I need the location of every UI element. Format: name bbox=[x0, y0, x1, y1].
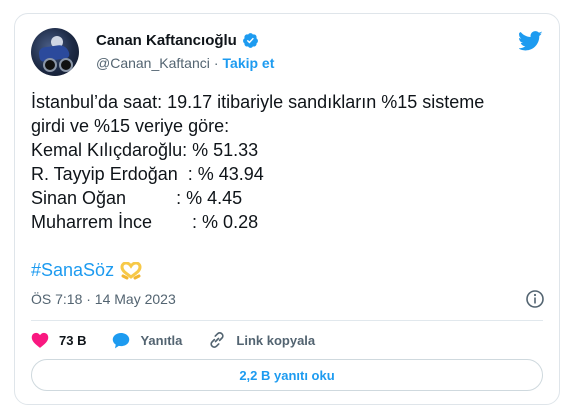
divider bbox=[31, 320, 543, 321]
follow-button[interactable]: Takip et bbox=[223, 55, 275, 71]
action-bar: 73 B Yanıtla Link kopyala bbox=[31, 330, 341, 350]
twitter-bird-icon[interactable] bbox=[519, 31, 543, 51]
copy-link-button[interactable]: Link kopyala bbox=[208, 331, 315, 349]
link-icon bbox=[210, 331, 225, 349]
like-button[interactable]: 73 B bbox=[31, 332, 86, 348]
reply-label: Yanıtla bbox=[140, 332, 183, 348]
author-handle[interactable]: @Canan_Kaftanci bbox=[96, 55, 210, 71]
heart-hands-emoji bbox=[120, 261, 142, 279]
heart-icon bbox=[31, 332, 49, 348]
reply-button[interactable]: Yanıtla bbox=[112, 332, 182, 349]
info-icon[interactable] bbox=[525, 289, 545, 309]
separator-dot: · bbox=[213, 55, 219, 71]
read-replies-button[interactable]: 2,2 B yanıtı oku bbox=[31, 359, 543, 391]
tweet-timestamp[interactable]: ÖS 7:18 · 14 May 2023 bbox=[31, 291, 176, 307]
handle-row: @Canan_Kaftanci · Takip et bbox=[96, 55, 274, 71]
verified-badge-icon bbox=[242, 33, 258, 48]
author-avatar[interactable] bbox=[31, 28, 79, 76]
author-name[interactable]: Canan Kaftancıoğlu bbox=[96, 32, 237, 49]
hashtag-link[interactable]: #SanaSöz bbox=[31, 260, 114, 281]
copy-link-label: Link kopyala bbox=[236, 332, 316, 348]
author-name-row[interactable]: Canan Kaftancıoğlu bbox=[96, 32, 259, 49]
hashtag-row: #SanaSöz bbox=[31, 260, 142, 281]
tweet-card: Canan Kaftancıoğlu @Canan_Kaftanci · Takip… bbox=[14, 13, 560, 405]
reply-bubble-icon bbox=[113, 332, 130, 348]
like-count: 73 B bbox=[59, 332, 87, 348]
tweet-text: İstanbul’da saat: 19.17 itibariyle sandı… bbox=[31, 92, 485, 232]
